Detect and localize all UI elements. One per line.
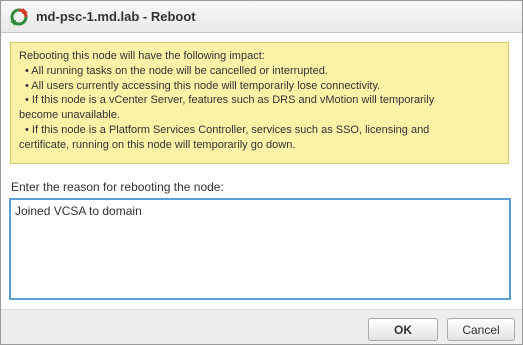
warning-intro: Rebooting this node will have the follow…: [19, 50, 265, 62]
dialog-footer: OK Cancel: [1, 309, 522, 344]
impact-warning-box: Rebooting this node will have the follow…: [10, 42, 509, 164]
reboot-icon: [10, 8, 28, 26]
warning-item: • All running tasks on the node will be …: [25, 64, 328, 77]
warning-item: • If this node is a Platform Services Co…: [25, 123, 430, 136]
cancel-button[interactable]: Cancel: [447, 318, 515, 341]
warning-item-continuation: become unavailable.: [19, 109, 120, 122]
reason-label: Enter the reason for rebooting the node:: [11, 180, 224, 194]
reboot-dialog: md-psc-1.md.lab - Reboot Rebooting this …: [0, 0, 523, 345]
warning-item: • If this node is a vCenter Server, feat…: [25, 94, 435, 107]
warning-item: • All users currently accessing this nod…: [25, 79, 381, 92]
ok-button[interactable]: OK: [368, 318, 438, 341]
warning-item-continuation: certificate, running on this node will t…: [19, 138, 296, 151]
title-bar[interactable]: md-psc-1.md.lab - Reboot: [1, 1, 522, 33]
reason-textarea[interactable]: Joined VCSA to domain: [9, 198, 511, 300]
dialog-title: md-psc-1.md.lab - Reboot: [36, 9, 196, 24]
